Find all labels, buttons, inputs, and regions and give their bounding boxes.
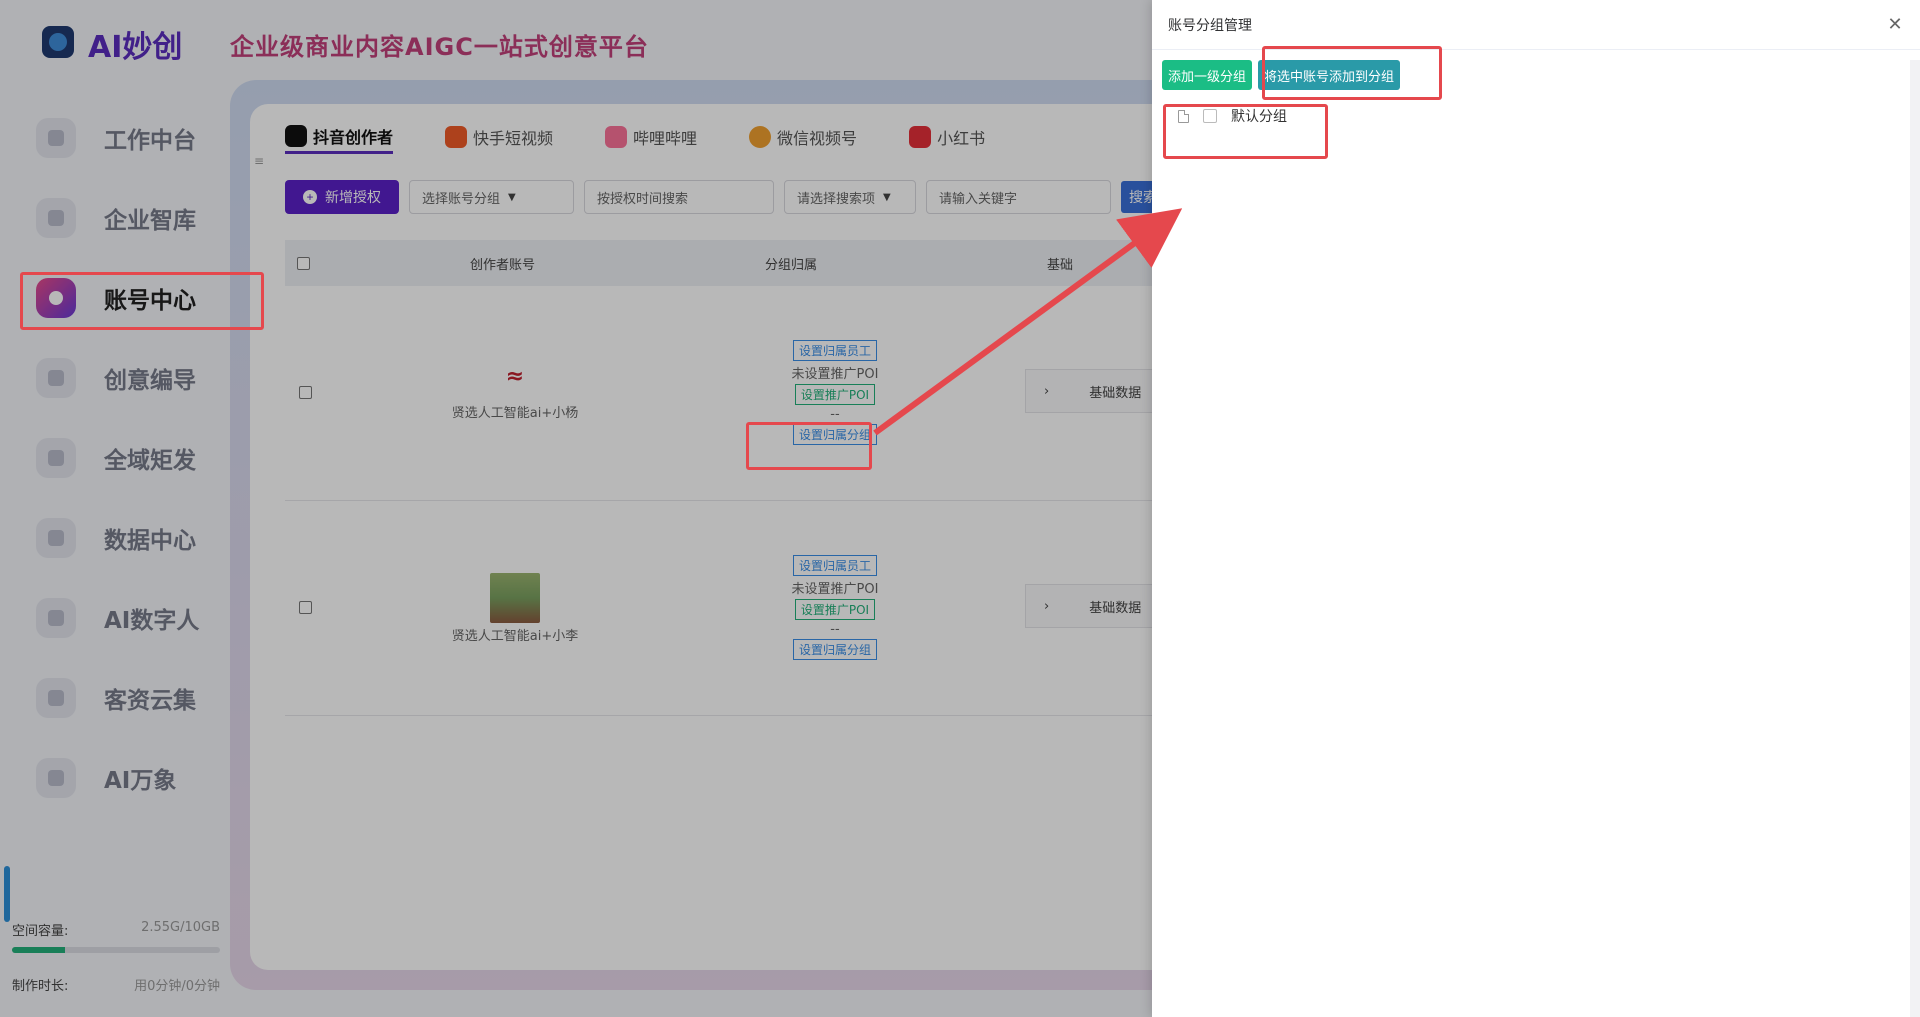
annotation-arrow (873, 208, 1183, 436)
